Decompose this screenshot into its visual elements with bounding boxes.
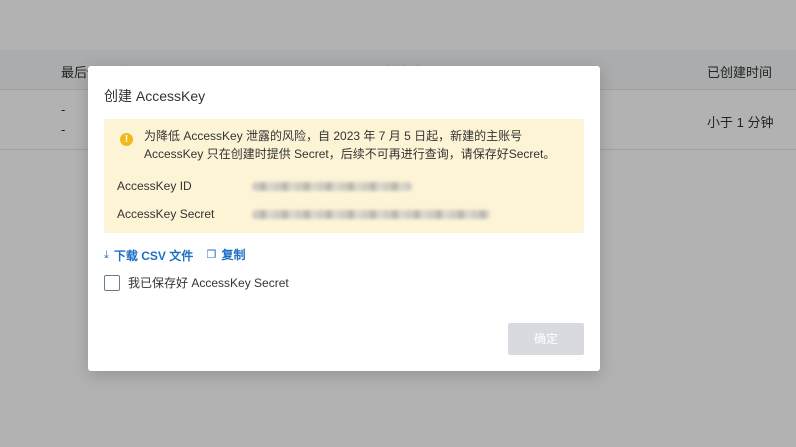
dialog-title: 创建 AccessKey bbox=[104, 88, 206, 104]
ok-button[interactable]: 确定 bbox=[508, 323, 584, 355]
warning-notice: ! 为降低 AccessKey 泄露的风险，自 2023 年 7 月 5 日起，… bbox=[104, 119, 584, 233]
accesskey-id-value-redacted bbox=[252, 182, 412, 191]
accesskey-secret-label: AccessKey Secret bbox=[117, 207, 215, 221]
download-csv-link[interactable]: ⤓ 下载 CSV 文件 bbox=[104, 247, 193, 264]
action-links: ⤓ 下载 CSV 文件 ❐ 复制 bbox=[104, 246, 255, 264]
notice-text: 为降低 AccessKey 泄露的风险，自 2023 年 7 月 5 日起，新建… bbox=[144, 129, 556, 161]
saved-checkbox-label[interactable]: 我已保存好 AccessKey Secret bbox=[128, 274, 289, 291]
accesskey-id-label: AccessKey ID bbox=[117, 179, 192, 193]
warning-icon: ! bbox=[120, 133, 133, 146]
saved-confirmation: 我已保存好 AccessKey Secret bbox=[104, 274, 289, 291]
copy-icon: ❐ bbox=[206, 249, 217, 261]
copy-link[interactable]: ❐ 复制 bbox=[207, 246, 246, 263]
download-icon: ⤓ bbox=[104, 249, 109, 261]
saved-checkbox[interactable] bbox=[104, 274, 120, 291]
download-csv-label: 下载 CSV 文件 bbox=[113, 249, 194, 263]
page: 最后使用时间/IP 状态/操作 已创建时间 - - 小于 1 分钟 创建 Acc… bbox=[0, 0, 796, 447]
copy-label: 复制 bbox=[221, 248, 246, 262]
create-accesskey-dialog: 创建 AccessKey ! 为降低 AccessKey 泄露的风险，自 202… bbox=[88, 66, 600, 371]
accesskey-secret-value-redacted bbox=[252, 210, 490, 219]
